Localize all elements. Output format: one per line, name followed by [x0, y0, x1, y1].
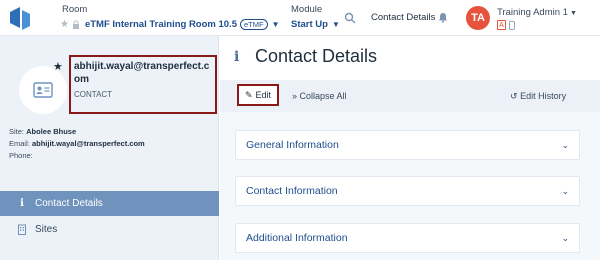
user-badges: A — [497, 20, 515, 30]
sidebar-item-sites[interactable]: Sites — [0, 217, 219, 242]
role-badge: A — [497, 20, 506, 30]
page-title: Contact Details — [255, 46, 378, 66]
room-name[interactable]: eTMF Internal Training Room 10.5 — [85, 19, 237, 30]
chevron-down-icon[interactable]: ▼ — [332, 20, 340, 29]
info-icon: i — [234, 49, 240, 65]
edit-history-label: Edit History — [520, 91, 567, 101]
chevron-down-icon[interactable]: ⌄ — [561, 186, 569, 197]
user-menu[interactable]: Training Admin 1 ▼ — [497, 7, 577, 18]
main-content: i Contact Details ✎ Edit » Collapse All … — [220, 36, 600, 260]
phone-line: Phone: — [9, 151, 33, 160]
sidebar-item-label: Sites — [35, 224, 58, 235]
site-value: Abolee Bhuse — [26, 127, 77, 136]
mobile-icon — [509, 20, 515, 30]
title-row: i Contact Details — [220, 36, 600, 80]
double-chevron-icon: » — [292, 91, 298, 101]
history-icon: ↺ — [510, 91, 518, 101]
pencil-icon: ✎ — [244, 89, 253, 100]
contact-header: abhijit.wayal@transperfect.com CONTACT — [69, 55, 217, 114]
room-selector[interactable]: Room ★ eTMF Internal Training Room 10.5 … — [60, 4, 280, 32]
top-bar: Room ★ eTMF Internal Training Room 10.5 … — [0, 0, 600, 36]
building-icon — [18, 224, 26, 235]
chevron-down-icon: ▼ — [569, 10, 577, 17]
email-value: abhijit.wayal@transperfect.com — [31, 139, 145, 148]
room-label: Room — [62, 4, 88, 15]
bell-icon[interactable] — [438, 12, 448, 23]
contact-type: CONTACT — [74, 90, 113, 99]
sidebar-item-contact-details[interactable]: i Contact Details — [0, 191, 219, 216]
panel-title: General Information — [246, 139, 339, 151]
chevron-down-icon[interactable]: ⌄ — [561, 140, 569, 151]
lock-icon — [72, 20, 79, 29]
collapse-all-label: Collapse All — [299, 91, 347, 101]
email-line: Email: abhijit.wayal@transperfect.com — [9, 139, 145, 148]
app-logo-icon[interactable] — [6, 4, 34, 32]
user-name: Training Admin 1 — [497, 7, 568, 18]
sidebar-item-label: Contact Details — [35, 198, 103, 209]
panel-additional-information[interactable]: Additional Information ⌄ — [235, 223, 580, 253]
chevron-down-icon[interactable]: ⌄ — [561, 233, 569, 244]
module-value[interactable]: Start Up — [291, 19, 328, 30]
contact-avatar — [19, 66, 67, 114]
site-line: Site: Abolee Bhuse — [9, 127, 77, 136]
panel-title: Additional Information — [246, 232, 348, 244]
collapse-all-button[interactable]: » Collapse All — [292, 91, 347, 101]
edit-button[interactable]: ✎ Edit — [237, 84, 279, 106]
panel-general-information[interactable]: General Information ⌄ — [235, 130, 580, 160]
edit-history-button[interactable]: ↺ Edit History — [510, 91, 566, 102]
edit-label: Edit — [255, 90, 272, 100]
module-selector[interactable]: Module Start Up ▼ — [291, 4, 340, 32]
contact-meta: Site: Abolee Bhuse Email: abhijit.wayal@… — [9, 126, 145, 162]
panel-contact-information[interactable]: Contact Information ⌄ — [235, 176, 580, 206]
panel-title: Contact Information — [246, 185, 338, 197]
star-icon[interactable]: ★ — [60, 19, 69, 30]
module-label: Module — [291, 4, 323, 15]
contact-card-icon — [33, 82, 53, 98]
sidebar: ★ abhijit.wayal@transperfect.com CONTACT… — [0, 36, 219, 260]
chevron-down-icon[interactable]: ▼ — [272, 20, 280, 29]
contact-email: abhijit.wayal@transperfect.com — [74, 61, 210, 85]
toolbar: ✎ Edit » Collapse All ↺ Edit History — [220, 80, 600, 112]
info-icon: i — [20, 198, 24, 209]
star-icon[interactable]: ★ — [53, 60, 63, 73]
search-icon[interactable] — [344, 12, 356, 24]
room-badge: eTMF — [240, 19, 268, 30]
avatar[interactable]: TA — [466, 6, 490, 30]
breadcrumb[interactable]: Contact Details — [371, 12, 435, 23]
